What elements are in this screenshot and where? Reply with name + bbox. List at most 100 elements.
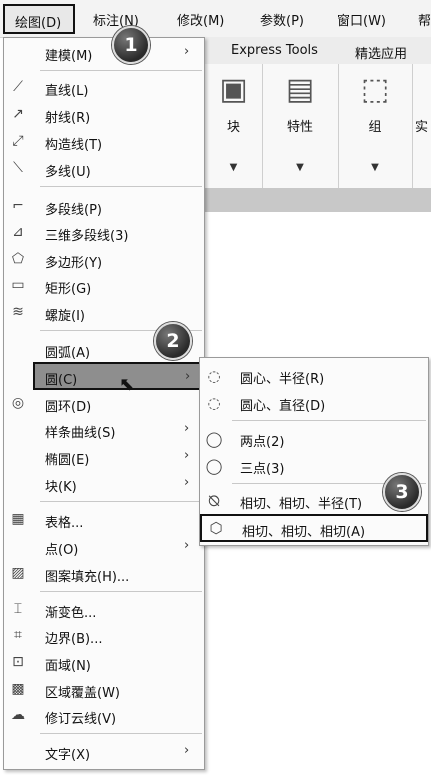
menu-draw-label: 绘图(D) <box>15 16 62 31</box>
ribbon-tabs: Express Tools 精选应用 <box>205 37 431 65</box>
ribbon-group-label: 组 <box>368 120 382 135</box>
submenu-item-label: 相切、相切、半径(T) <box>240 497 363 512</box>
menu-item-text[interactable]: 文字(X) › <box>4 740 204 764</box>
menu-item-label: 矩形(G) <box>45 282 92 297</box>
menu-item-label: 构造线(T) <box>45 138 103 153</box>
menu-item-table[interactable]: ▦ 表格... <box>4 508 204 532</box>
tan-tan-radius-icon: ⦰ <box>207 492 221 510</box>
menu-separator <box>40 186 202 187</box>
menu-parameters[interactable]: 参数(P) <box>260 10 304 29</box>
gradient-icon: ⌶ <box>13 601 23 617</box>
3d-polyline-icon: ⊿ <box>12 224 24 240</box>
menu-item-label: 射线(R) <box>45 111 91 126</box>
submenu-item-center-diameter[interactable]: ◌ 圆心、直径(D) <box>200 391 428 415</box>
submenu-item-label: 两点(2) <box>240 435 285 450</box>
wipeout-icon: ▩ <box>11 681 25 697</box>
callout-badge-2: 2 <box>154 322 192 360</box>
menu-item-spline[interactable]: 样条曲线(S) › <box>4 418 204 442</box>
tab-express-tools[interactable]: Express Tools <box>231 43 318 58</box>
menu-item-label: 多段线(P) <box>45 203 102 218</box>
rectangle-icon: ▭ <box>11 277 25 293</box>
menu-item-label: 样条曲线(S) <box>45 426 116 441</box>
menu-item-label: 圆弧(A) <box>45 346 91 361</box>
menu-item-polyline[interactable]: ⌐ 多段线(P) <box>4 195 204 219</box>
menu-item-label: 螺旋(I) <box>45 309 85 324</box>
menu-item-label: 图案填充(H)... <box>45 570 130 585</box>
menu-item-revision-cloud[interactable]: ☁ 修订云线(V) <box>4 704 204 728</box>
chevron-right-icon: › <box>184 743 190 758</box>
menu-window[interactable]: 窗口(W) <box>337 10 386 29</box>
ribbon-group-block[interactable]: ▣ 块 ▼ <box>205 64 263 188</box>
ribbon-group-properties[interactable]: ▤ 特性 ▼ <box>262 64 339 188</box>
menu-item-block[interactable]: 块(K) › <box>4 472 204 496</box>
chevron-right-icon: › <box>184 538 190 553</box>
menu-item-label: 文字(X) <box>45 748 91 763</box>
construction-line-icon: ⤢ <box>12 133 24 149</box>
polyline-icon: ⌐ <box>12 198 24 214</box>
tab-featured-apps[interactable]: 精选应用 <box>355 43 407 62</box>
menu-separator <box>40 501 202 502</box>
menu-item-line[interactable]: ⟋ 直线(L) <box>4 76 204 100</box>
submenu-item-tan-tan-tan[interactable]: ⬡ 相切、相切、相切(A) <box>200 514 428 542</box>
menu-item-label: 面域(N) <box>45 659 91 674</box>
menu-item-label: 圆(C) <box>45 373 78 388</box>
menu-item-multiline[interactable]: ⟍ 多线(U) <box>4 157 204 181</box>
multiline-icon: ⟍ <box>13 160 23 176</box>
ribbon-group-group[interactable]: ⬚ 组 ▼ <box>338 64 413 188</box>
menu-bar: 绘图(D) 标注(N) 修改(M) 参数(P) 窗口(W) 帮 <box>0 0 431 38</box>
menu-item-construction-line[interactable]: ⤢ 构造线(T) <box>4 130 204 154</box>
revision-cloud-icon: ☁ <box>11 707 25 723</box>
table-icon: ▦ <box>11 511 25 527</box>
menu-item-ellipse[interactable]: 椭圆(E) › <box>4 445 204 469</box>
menu-item-label: 多线(U) <box>45 165 91 180</box>
menu-item-hatch[interactable]: ▨ 图案填充(H)... <box>4 562 204 586</box>
menu-item-rectangle[interactable]: ▭ 矩形(G) <box>4 274 204 298</box>
menu-item-label: 点(O) <box>45 543 79 558</box>
boundary-icon: ⌗ <box>14 627 22 643</box>
line-icon: ⟋ <box>13 79 23 95</box>
helix-icon: ≋ <box>12 304 24 320</box>
menu-item-polygon[interactable]: ⬠ 多边形(Y) <box>4 248 204 272</box>
chevron-down-icon[interactable]: ▼ <box>262 162 338 173</box>
submenu-item-two-point[interactable]: ◯ 两点(2) <box>200 427 428 451</box>
callout-badge-3: 3 <box>383 473 421 511</box>
center-radius-icon: ◌ <box>207 367 221 385</box>
chevron-right-icon: › <box>184 421 190 436</box>
menu-item-ray[interactable]: ↗ 射线(R) <box>4 103 204 127</box>
menu-modify[interactable]: 修改(M) <box>177 10 224 29</box>
polygon-icon: ⬠ <box>11 251 25 267</box>
menu-item-label: 建模(M) <box>45 49 93 64</box>
chevron-right-icon: › <box>184 44 190 59</box>
menu-item-modeling[interactable]: 建模(M) › <box>4 41 204 65</box>
menu-item-gradient[interactable]: ⌶ 渐变色... <box>4 598 204 622</box>
two-point-icon: ◯ <box>205 430 223 448</box>
menu-item-wipeout[interactable]: ▩ 区域覆盖(W) <box>4 678 204 702</box>
menu-item-3d-polyline[interactable]: ⊿ 三维多段线(3) <box>4 221 204 245</box>
menu-item-boundary[interactable]: ⌗ 边界(B)... <box>4 624 204 648</box>
menu-item-donut[interactable]: ◎ 圆环(D) <box>4 392 204 416</box>
hatch-icon: ▨ <box>11 565 25 581</box>
menu-item-point[interactable]: 点(O) › <box>4 535 204 559</box>
menu-item-label: 表格... <box>45 516 84 531</box>
ribbon-group-label: 实 <box>415 120 429 135</box>
submenu-item-label: 相切、相切、相切(A) <box>242 525 366 540</box>
draw-menu: 建模(M) › ⟋ 直线(L) ↗ 射线(R) ⤢ 构造线(T) ⟍ 多线(U)… <box>3 37 206 770</box>
drawing-tab-bar <box>205 188 431 212</box>
callout-badge-1: 1 <box>112 26 150 64</box>
submenu-item-label: 圆心、半径(R) <box>240 372 325 387</box>
chevron-right-icon: › <box>184 475 190 490</box>
menu-item-label: 块(K) <box>45 480 77 495</box>
menu-item-label: 区域覆盖(W) <box>45 686 120 701</box>
menu-item-label: 边界(B)... <box>45 632 103 647</box>
chevron-right-icon: › <box>184 448 190 463</box>
ribbon-panel: ▣ 块 ▼ ▤ 特性 ▼ ⬚ 组 ▼ 实 <box>205 64 431 189</box>
menu-item-region[interactable]: ⊡ 面域(N) <box>4 651 204 675</box>
menu-help[interactable]: 帮 <box>418 10 431 29</box>
chevron-down-icon[interactable]: ▼ <box>205 162 262 173</box>
submenu-item-center-radius[interactable]: ◌ 圆心、半径(R) <box>200 364 428 388</box>
menu-draw[interactable]: 绘图(D) <box>3 4 75 34</box>
ribbon-group-utilities[interactable]: 实 <box>412 64 431 188</box>
region-icon: ⊡ <box>12 654 24 670</box>
chevron-down-icon[interactable]: ▼ <box>338 162 412 173</box>
menu-item-label: 渐变色... <box>45 606 97 621</box>
